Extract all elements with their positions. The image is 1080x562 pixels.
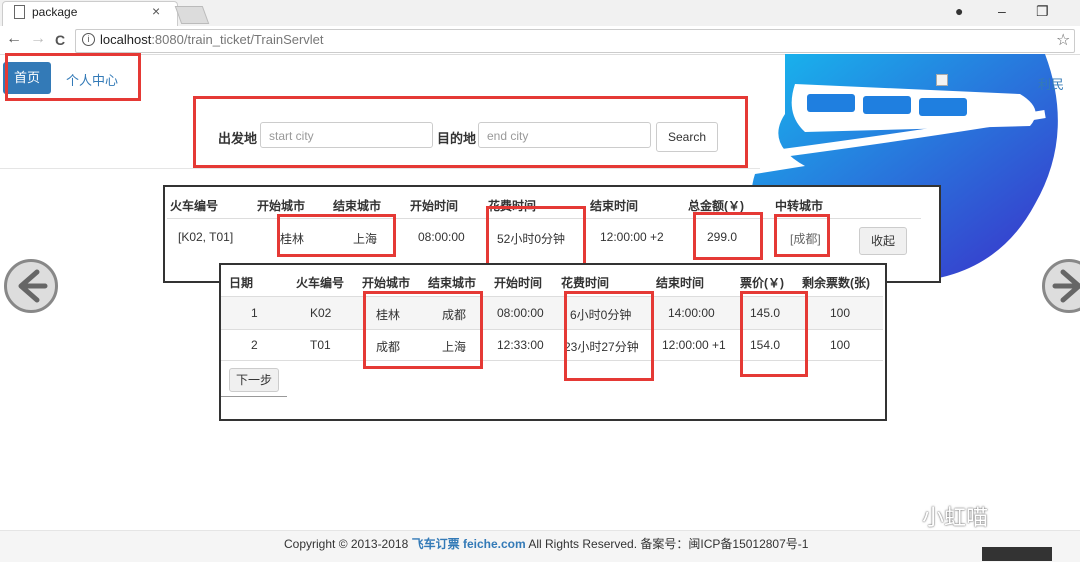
highlight-box-search: [193, 96, 748, 168]
highlight-box-cities: [277, 214, 396, 257]
highlight-box-detail-duration: [564, 291, 654, 381]
page-icon: [14, 5, 25, 19]
next-step-button[interactable]: 下一步: [229, 368, 279, 392]
row1-day: 1: [251, 306, 258, 320]
row1-train-no: K02: [310, 306, 332, 320]
detail-header: 日期: [229, 276, 254, 290]
row2-end-time: 12:00:00 +1: [662, 338, 726, 352]
close-tab-icon[interactable]: ×: [152, 3, 160, 19]
summary-header: 中转城市: [775, 199, 824, 213]
url-text: localhost:8080/train_ticket/TrainServlet: [100, 32, 324, 47]
brand-image-icon: [936, 74, 948, 86]
highlight-box-nav: [5, 53, 141, 101]
detail-header: 结束时间: [656, 276, 705, 290]
reload-icon[interactable]: C: [55, 32, 65, 48]
tab-title: package: [32, 5, 78, 19]
url-path: :8080/train_ticket/TrainServlet: [151, 32, 324, 47]
row1-end-time: 14:00:00: [668, 306, 715, 320]
footer-rights: All Rights Reserved. 备案号：闽ICP备15012807号-…: [528, 537, 809, 551]
row2-train-no: T01: [310, 338, 331, 352]
summary-header: 开始城市: [257, 199, 306, 213]
summary-end-time: 12:00:00 +2: [600, 230, 664, 244]
detail-header: 剩余票数(张): [802, 276, 870, 290]
minimize-icon[interactable]: –: [998, 3, 1006, 19]
detail-header: 花费时间: [561, 276, 610, 290]
watermark-text: 小虹喵: [922, 505, 989, 530]
row2-start-time: 12:33:00: [497, 338, 544, 352]
brand-link[interactable]: 利民: [1038, 74, 1064, 93]
bookmark-star-icon[interactable]: ☆: [1056, 30, 1070, 50]
summary-train-no: [K02, T01]: [178, 230, 234, 244]
row2-day: 2: [251, 338, 258, 352]
url-host: localhost: [100, 32, 152, 47]
system-tray: [982, 547, 1052, 561]
highlight-box-detail-price: [740, 291, 808, 377]
back-icon[interactable]: ←: [6, 30, 22, 48]
footer-brand-site[interactable]: feiche.com: [463, 537, 526, 551]
detail-header: 开始城市: [362, 276, 411, 290]
row1-remaining: 100: [830, 306, 851, 320]
detail-header: 开始时间: [494, 276, 543, 290]
highlight-box-detail-cities: [363, 291, 483, 369]
summary-header: 开始时间: [410, 199, 459, 213]
collapse-button[interactable]: 收起: [859, 227, 907, 255]
carousel-prev-arrow-icon[interactable]: [4, 259, 58, 313]
forward-icon[interactable]: →: [30, 30, 46, 48]
divider: [0, 168, 760, 169]
row1-start-time: 08:00:00: [497, 306, 544, 320]
highlight-box-transfer: [774, 214, 830, 257]
highlight-box-total: [693, 212, 763, 260]
summary-header: 结束城市: [333, 199, 382, 213]
highlight-box-duration: [486, 206, 586, 266]
footer-brand-cn[interactable]: 飞车订票: [412, 537, 460, 551]
carousel-next-arrow-icon[interactable]: [1042, 259, 1080, 313]
detail-header: 结束城市: [428, 276, 477, 290]
restore-icon[interactable]: ❐: [1036, 3, 1049, 20]
account-icon[interactable]: ●: [955, 3, 963, 19]
detail-header: 票价(￥): [740, 276, 784, 290]
footer-text: Copyright © 2013-2018 飞车订票 feiche.com Al…: [284, 535, 808, 552]
detail-header: 火车编号: [296, 276, 345, 290]
summary-header: 结束时间: [590, 199, 639, 213]
summary-header: 火车编号: [170, 199, 219, 213]
info-icon[interactable]: i: [82, 33, 95, 46]
summary-start-time: 08:00:00: [418, 230, 465, 244]
footer-copyright: Copyright © 2013-2018: [284, 537, 409, 551]
row2-remaining: 100: [830, 338, 851, 352]
button-underline: [221, 396, 287, 397]
